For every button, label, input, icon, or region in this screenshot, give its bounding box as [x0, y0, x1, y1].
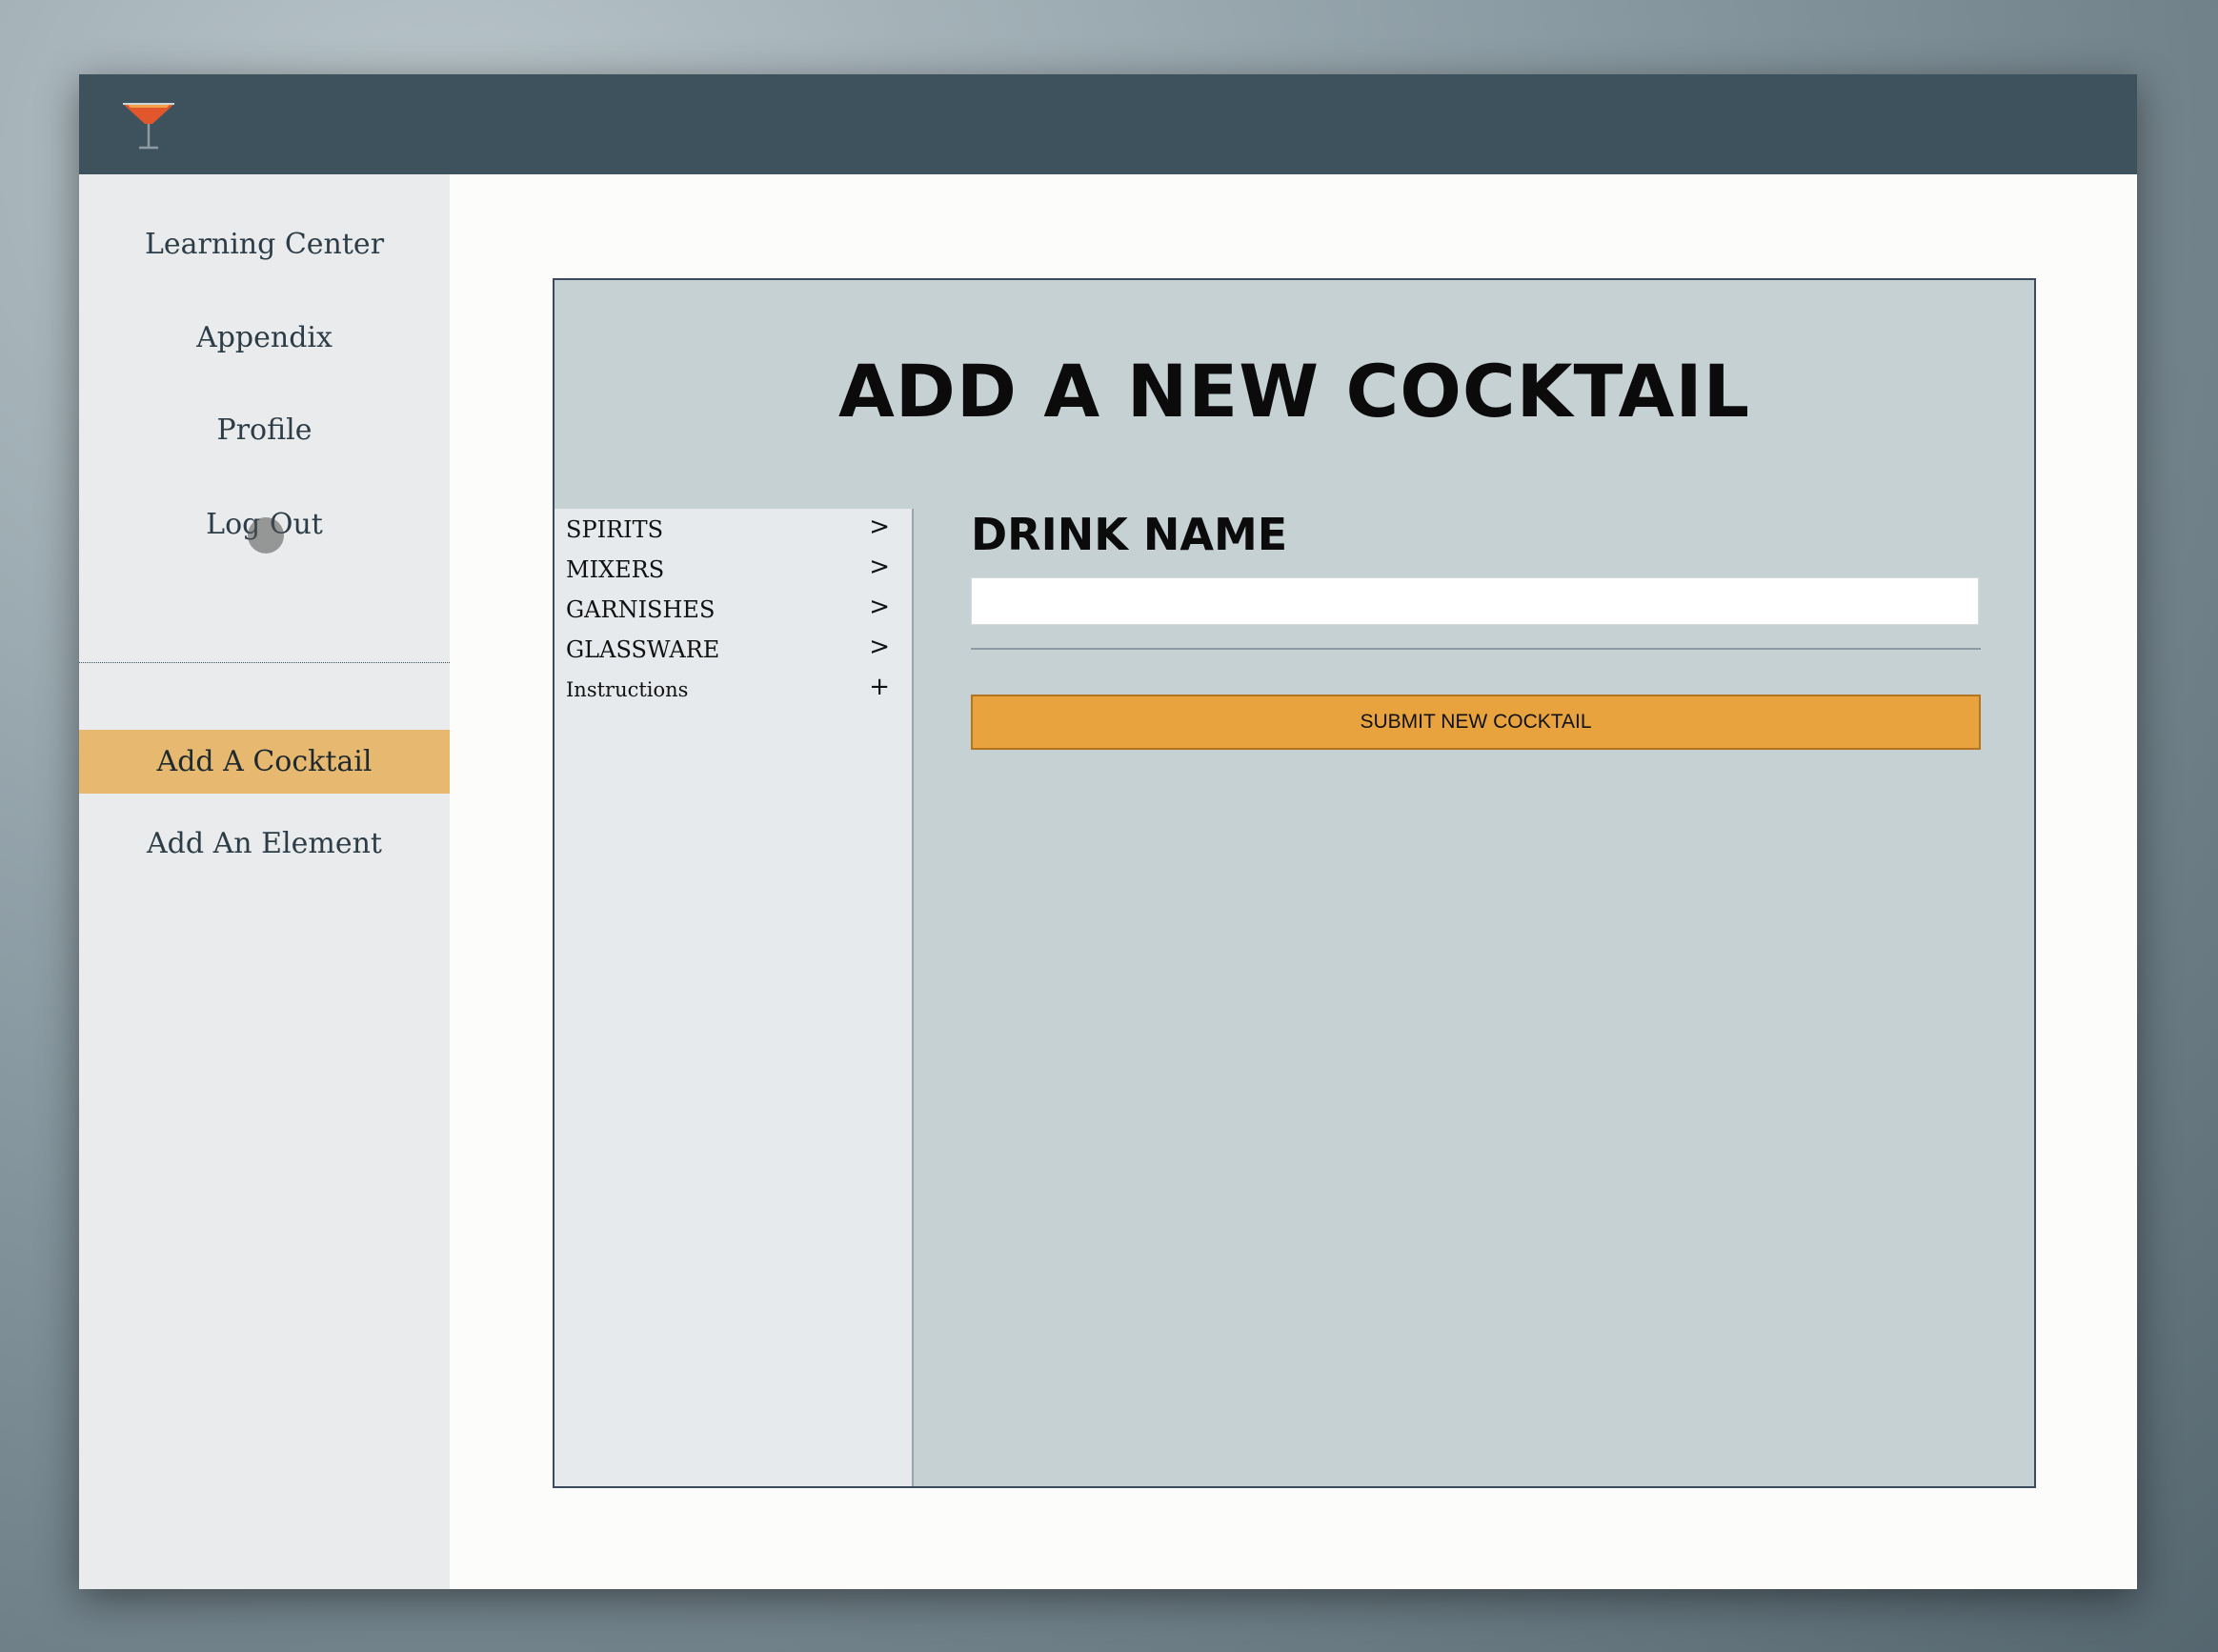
element-category-garnishes[interactable]: GARNISHES > — [566, 591, 901, 629]
app-window: Learning Center Appendix Profile Log Out… — [79, 74, 2137, 1589]
chevron-right-icon: > — [869, 633, 890, 661]
drink-name-label: DRINK NAME — [971, 509, 1288, 560]
nav-profile[interactable]: Profile — [79, 413, 450, 447]
element-category-mixers[interactable]: MIXERS > — [566, 551, 901, 589]
element-category-instructions[interactable]: Instructions + — [566, 671, 901, 709]
form-divider — [971, 648, 1981, 650]
nav-add-an-element[interactable]: Add An Element — [79, 827, 450, 860]
element-category-label: MIXERS — [566, 556, 665, 583]
chevron-right-icon: > — [869, 553, 890, 581]
top-bar — [79, 74, 2137, 174]
element-category-label: SPIRITS — [566, 516, 664, 543]
sidebar: Learning Center Appendix Profile Log Out… — [79, 174, 450, 1589]
sidebar-divider — [79, 662, 450, 663]
element-category-glassware[interactable]: GLASSWARE > — [566, 631, 901, 669]
element-category-label: GLASSWARE — [566, 636, 720, 663]
element-category-label: Instructions — [566, 678, 689, 701]
chevron-right-icon: > — [869, 513, 890, 541]
chevron-right-icon: > — [869, 593, 890, 621]
add-cocktail-panel: ADD A NEW COCKTAIL SPIRITS > MIXERS > GA… — [553, 278, 2036, 1488]
element-category-label: GARNISHES — [566, 596, 716, 623]
nav-appendix[interactable]: Appendix — [79, 321, 450, 354]
nav-learning-center[interactable]: Learning Center — [79, 228, 450, 261]
element-category-spirits[interactable]: SPIRITS > — [566, 511, 901, 549]
mouse-cursor-indicator — [248, 517, 284, 554]
elements-panel: SPIRITS > MIXERS > GARNISHES > GLASSWARE… — [554, 509, 914, 1486]
submit-new-cocktail-button[interactable]: SUBMIT NEW COCKTAIL — [971, 695, 1981, 750]
plus-icon: + — [869, 673, 890, 701]
page-title: ADD A NEW COCKTAIL — [837, 349, 1751, 433]
drink-name-input[interactable] — [971, 577, 1979, 625]
cocktail-glass-icon[interactable] — [121, 99, 176, 152]
nav-add-a-cocktail[interactable]: Add A Cocktail — [79, 730, 450, 794]
